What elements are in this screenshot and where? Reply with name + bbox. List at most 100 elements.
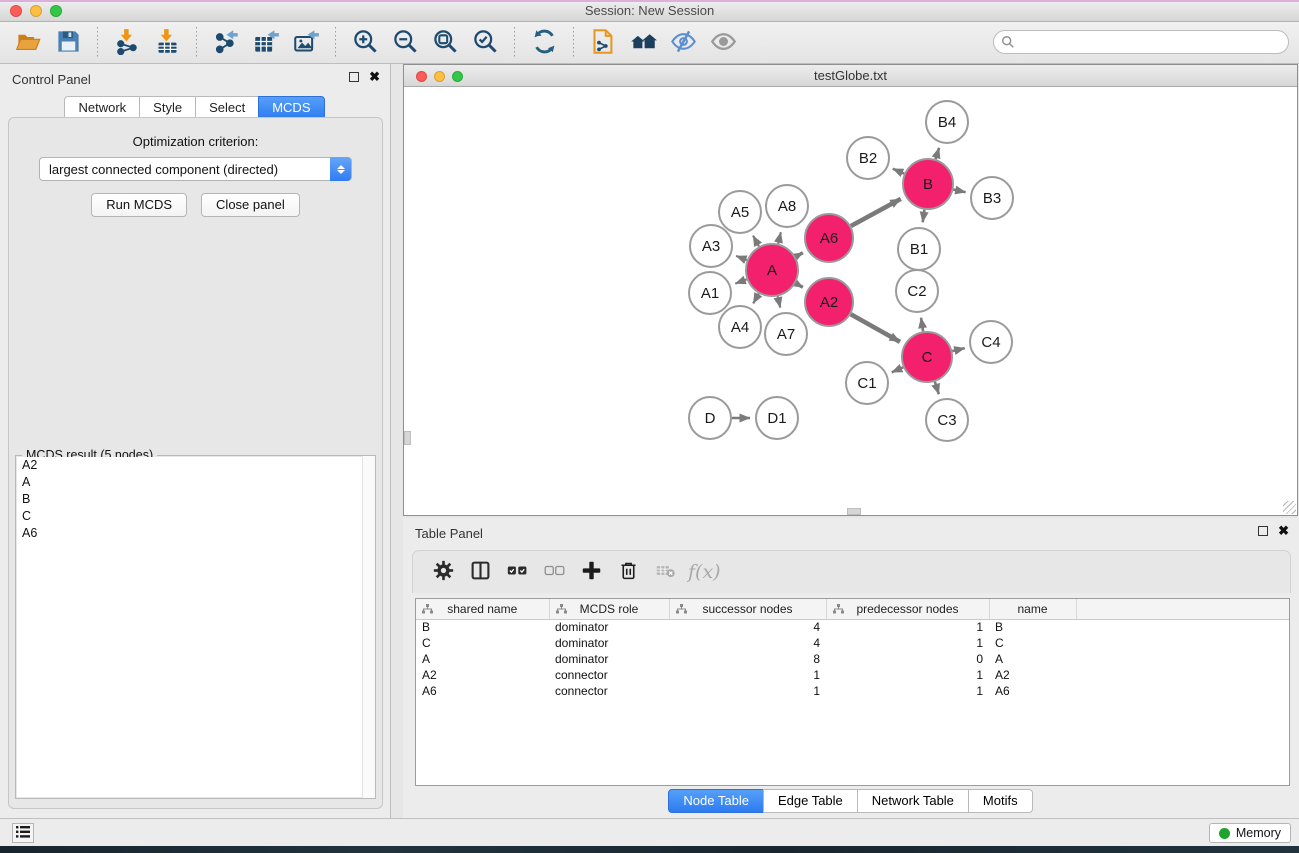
cell-predecessor-nodes[interactable]: 1	[826, 667, 989, 683]
column-header-successor-nodes[interactable]: successor nodes	[669, 599, 826, 619]
cell-name[interactable]: A6	[989, 683, 1076, 699]
zoom-selected-button[interactable]	[465, 26, 505, 60]
import-network-button[interactable]	[107, 26, 147, 60]
node-B2[interactable]: B2	[847, 137, 889, 179]
cell-shared-name[interactable]: B	[416, 619, 549, 635]
close-panel-icon[interactable]: ✖	[369, 72, 380, 82]
result-scrollbar[interactable]	[362, 456, 375, 798]
export-image-button[interactable]	[286, 26, 326, 60]
cell-successor-nodes[interactable]: 8	[669, 651, 826, 667]
edge-C-C2[interactable]	[921, 318, 923, 332]
network-canvas[interactable]: ABCA6A2A1A3A4A5A7A8B1B2B3B4C1C2C3C4DD1	[404, 87, 1297, 515]
import-table-button[interactable]	[147, 26, 187, 60]
column-header-MCDS-role[interactable]: MCDS role	[549, 599, 669, 619]
cell-shared-name[interactable]: A	[416, 651, 549, 667]
column-header-shared-name[interactable]: shared name	[416, 599, 549, 619]
cell-successor-nodes[interactable]: 4	[669, 635, 826, 651]
edge-C-C1[interactable]	[892, 367, 903, 372]
column-header-name[interactable]: name	[989, 599, 1076, 619]
table-row[interactable]: A2connector11A2	[416, 667, 1289, 683]
zoom-out-button[interactable]	[385, 26, 425, 60]
node-A7[interactable]: A7	[765, 313, 807, 355]
result-item[interactable]: A2	[17, 457, 374, 474]
table-options-button[interactable]	[425, 557, 462, 587]
edge-A-A5[interactable]	[753, 236, 759, 247]
open-ndex-button[interactable]	[583, 26, 623, 60]
show-view-button[interactable]	[703, 26, 743, 60]
float-panel-icon[interactable]	[349, 72, 359, 82]
show-columns-button[interactable]	[462, 557, 499, 587]
cell-MCDS-role[interactable]: dominator	[549, 651, 669, 667]
edge-A-A3[interactable]	[736, 256, 747, 260]
edge-A-A4[interactable]	[753, 294, 759, 304]
cell-successor-nodes[interactable]: 1	[669, 667, 826, 683]
node-B4[interactable]: B4	[926, 101, 968, 143]
search-input[interactable]	[993, 30, 1289, 54]
column-header-predecessor-nodes[interactable]: predecessor nodes	[826, 599, 989, 619]
horizontal-scroll-thumb[interactable]	[847, 508, 861, 515]
deselect-all-button[interactable]	[536, 557, 573, 587]
window-resize-grip[interactable]	[1283, 501, 1296, 514]
edge-A-A2[interactable]	[796, 283, 803, 287]
node-A2[interactable]: A2	[805, 278, 853, 326]
save-session-button[interactable]	[48, 26, 88, 60]
close-table-panel-icon[interactable]: ✖	[1278, 526, 1289, 536]
node-C3[interactable]: C3	[926, 399, 968, 441]
open-session-button[interactable]	[8, 26, 48, 60]
edge-A6-B[interactable]	[851, 199, 901, 226]
cell-shared-name[interactable]: A6	[416, 683, 549, 699]
tab-node-table[interactable]: Node Table	[668, 789, 764, 813]
edge-A-A7[interactable]	[778, 296, 780, 307]
node-B1[interactable]: B1	[898, 228, 940, 270]
run-mcds-button[interactable]: Run MCDS	[91, 193, 187, 217]
delete-table-button-disabled[interactable]	[647, 557, 684, 587]
cell-MCDS-role[interactable]: dominator	[549, 635, 669, 651]
table-row[interactable]: A6connector11A6	[416, 683, 1289, 699]
edge-B-B3[interactable]	[953, 190, 965, 193]
cell-shared-name[interactable]: C	[416, 635, 549, 651]
export-table-button[interactable]	[246, 26, 286, 60]
cell-predecessor-nodes[interactable]: 1	[826, 635, 989, 651]
export-network-button[interactable]	[206, 26, 246, 60]
edge-A-A8[interactable]	[778, 232, 781, 243]
cell-MCDS-role[interactable]: connector	[549, 667, 669, 683]
cell-name[interactable]: A	[989, 651, 1076, 667]
apply-layout-button[interactable]	[524, 26, 564, 60]
table-row[interactable]: Cdominator41C	[416, 635, 1289, 651]
cell-name[interactable]: C	[989, 635, 1076, 651]
close-panel-button[interactable]: Close panel	[201, 193, 300, 217]
edge-C-C3[interactable]	[935, 382, 939, 394]
node-C1[interactable]: C1	[846, 362, 888, 404]
edge-A2-C[interactable]	[851, 314, 900, 342]
node-C[interactable]: C	[902, 332, 952, 382]
cell-name[interactable]: B	[989, 619, 1076, 635]
node-C4[interactable]: C4	[970, 321, 1012, 363]
zoom-in-button[interactable]	[345, 26, 385, 60]
edge-A-A6[interactable]	[796, 253, 803, 257]
edge-B-B2[interactable]	[893, 169, 904, 174]
function-builder-label[interactable]: f(x)	[684, 561, 721, 583]
node-B[interactable]: B	[903, 159, 953, 209]
node-A4[interactable]: A4	[719, 306, 761, 348]
result-item[interactable]: B	[17, 491, 374, 508]
task-history-button[interactable]	[12, 823, 34, 843]
memory-button[interactable]: Memory	[1209, 823, 1291, 843]
edge-B-B1[interactable]	[923, 210, 925, 223]
cell-MCDS-role[interactable]: dominator	[549, 619, 669, 635]
cell-predecessor-nodes[interactable]: 0	[826, 651, 989, 667]
criterion-select[interactable]: largest connected component (directed)	[39, 157, 352, 181]
table-row[interactable]: Adominator80A	[416, 651, 1289, 667]
node-A1[interactable]: A1	[689, 272, 731, 314]
node-D[interactable]: D	[689, 397, 731, 439]
result-item[interactable]: A6	[17, 525, 374, 542]
select-all-button[interactable]	[499, 557, 536, 587]
node-D1[interactable]: D1	[756, 397, 798, 439]
tab-motifs[interactable]: Motifs	[968, 789, 1033, 813]
node-A6[interactable]: A6	[805, 214, 853, 262]
cell-predecessor-nodes[interactable]: 1	[826, 683, 989, 699]
node-B3[interactable]: B3	[971, 177, 1013, 219]
float-table-panel-icon[interactable]	[1258, 526, 1268, 536]
tab-edge-table[interactable]: Edge Table	[763, 789, 858, 813]
edge-A-A1[interactable]	[735, 279, 746, 283]
cell-predecessor-nodes[interactable]: 1	[826, 619, 989, 635]
